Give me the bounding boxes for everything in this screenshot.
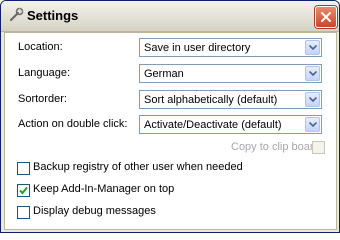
chevron-down-icon[interactable]: [305, 117, 320, 132]
double-click-value: Activate/Deactivate (default): [144, 119, 282, 131]
language-select[interactable]: German: [139, 64, 322, 83]
double-click-select[interactable]: Activate/Deactivate (default): [139, 115, 322, 134]
keep-on-top-checkbox[interactable]: [17, 184, 30, 197]
chevron-down-icon[interactable]: [305, 66, 320, 81]
language-value: German: [144, 68, 184, 80]
window-title: Settings: [27, 8, 79, 23]
debug-messages-label[interactable]: Display debug messages: [33, 205, 156, 217]
backup-registry-label[interactable]: Backup registry of other user when neede…: [33, 161, 243, 173]
sortorder-value: Sort alphabetically (default): [144, 94, 278, 106]
location-label: Location:: [18, 41, 63, 53]
settings-wrench-icon: [8, 7, 24, 23]
backup-registry-checkbox[interactable]: [17, 162, 30, 175]
language-label: Language:: [18, 67, 70, 79]
title-bar[interactable]: Settings: [1, 1, 339, 32]
chevron-down-icon[interactable]: [305, 92, 320, 107]
sortorder-label: Sortorder:: [18, 93, 67, 105]
location-value: Save in user directory: [144, 42, 251, 54]
close-button[interactable]: [315, 6, 337, 28]
debug-messages-checkbox[interactable]: [17, 206, 30, 219]
sortorder-select[interactable]: Sort alphabetically (default): [139, 90, 322, 109]
settings-panel: Location: Save in user directory Languag…: [4, 32, 337, 230]
copy-to-clipboard-label: Copy to clip board: [231, 141, 320, 153]
check-icon: [19, 186, 28, 195]
double-click-label: Action on double click:: [18, 118, 128, 130]
copy-to-clipboard-checkbox: [312, 141, 325, 154]
close-icon: [321, 12, 331, 22]
settings-dialog: Settings Location: Save in user director…: [0, 0, 340, 233]
chevron-down-icon[interactable]: [305, 40, 320, 55]
keep-on-top-label[interactable]: Keep Add-In-Manager on top: [33, 183, 174, 195]
location-select[interactable]: Save in user directory: [139, 38, 322, 57]
